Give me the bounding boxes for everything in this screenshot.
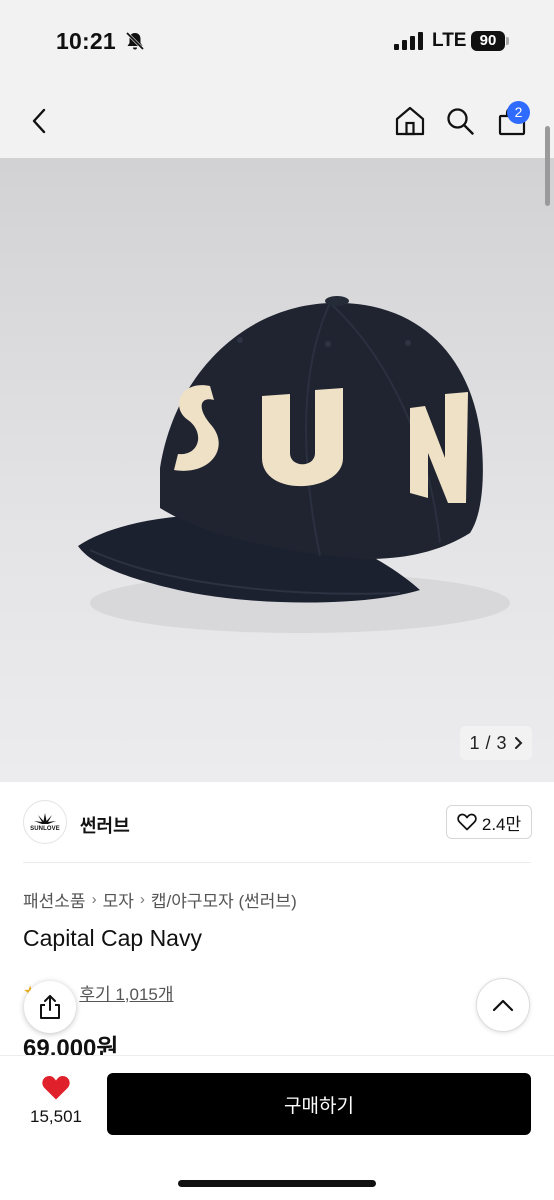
pager-separator: / <box>485 732 491 753</box>
image-pager[interactable]: 1 / 3 <box>460 726 532 760</box>
signal-icon <box>394 32 423 50</box>
share-icon <box>40 995 60 1019</box>
brand-logo-text: SUNLOVE <box>30 825 60 832</box>
sunburst-logo-icon <box>34 812 56 824</box>
wishlist-count: 15,501 <box>30 1107 82 1126</box>
chevron-right-icon <box>514 737 522 749</box>
breadcrumb-separator-icon: › <box>139 891 145 908</box>
search-icon <box>447 108 474 135</box>
brand-like-button[interactable]: 2.4만 <box>446 805 532 839</box>
divider <box>23 862 531 863</box>
battery-icon: 90 <box>471 31 505 51</box>
breadcrumb-item[interactable]: 패션소품 <box>23 887 86 912</box>
brand-like-count: 2.4만 <box>481 814 522 834</box>
brand-name[interactable]: 썬러브 <box>80 812 130 838</box>
back-button[interactable] <box>20 84 60 158</box>
cart-count-badge: 2 <box>507 101 530 124</box>
top-nav-bar <box>0 84 554 158</box>
chevron-up-icon <box>492 999 514 1012</box>
wishlist-button[interactable]: 15,501 <box>20 1074 92 1134</box>
share-button[interactable] <box>24 981 76 1033</box>
product-title: Capital Cap Navy <box>23 925 202 951</box>
network-type: LTE <box>432 30 467 51</box>
breadcrumb-separator-icon: › <box>91 891 97 908</box>
product-image-gallery[interactable] <box>0 158 554 782</box>
scroll-to-top-button[interactable] <box>476 978 530 1032</box>
heart-filled-icon <box>42 1076 70 1100</box>
home-indicator <box>178 1180 376 1187</box>
buy-button[interactable]: 구매하기 <box>107 1073 531 1135</box>
breadcrumb: 패션소품 › 모자 › 캡/야구모자 (썬러브) <box>23 887 297 912</box>
breadcrumb-item[interactable]: 캡/야구모자 (썬러브) <box>151 887 297 912</box>
brand-logo[interactable]: SUNLOVE <box>23 800 67 844</box>
home-icon <box>395 106 425 136</box>
search-button[interactable] <box>440 84 480 158</box>
pager-current: 1 <box>469 732 480 753</box>
pager-total: 3 <box>496 732 507 753</box>
heart-outline-icon <box>457 813 477 831</box>
status-bar: 10:21 LTE 90 <box>0 0 554 84</box>
battery-cap <box>506 37 509 45</box>
breadcrumb-item[interactable]: 모자 <box>103 887 134 912</box>
product-image-cap <box>78 296 510 633</box>
chevron-left-icon <box>32 108 46 134</box>
home-button[interactable] <box>390 84 430 158</box>
status-time: 10:21 <box>56 28 116 54</box>
scrollbar[interactable] <box>545 126 550 206</box>
bell-muted-icon <box>125 31 145 51</box>
review-count-link[interactable]: 후기 1,015개 <box>79 980 173 1005</box>
